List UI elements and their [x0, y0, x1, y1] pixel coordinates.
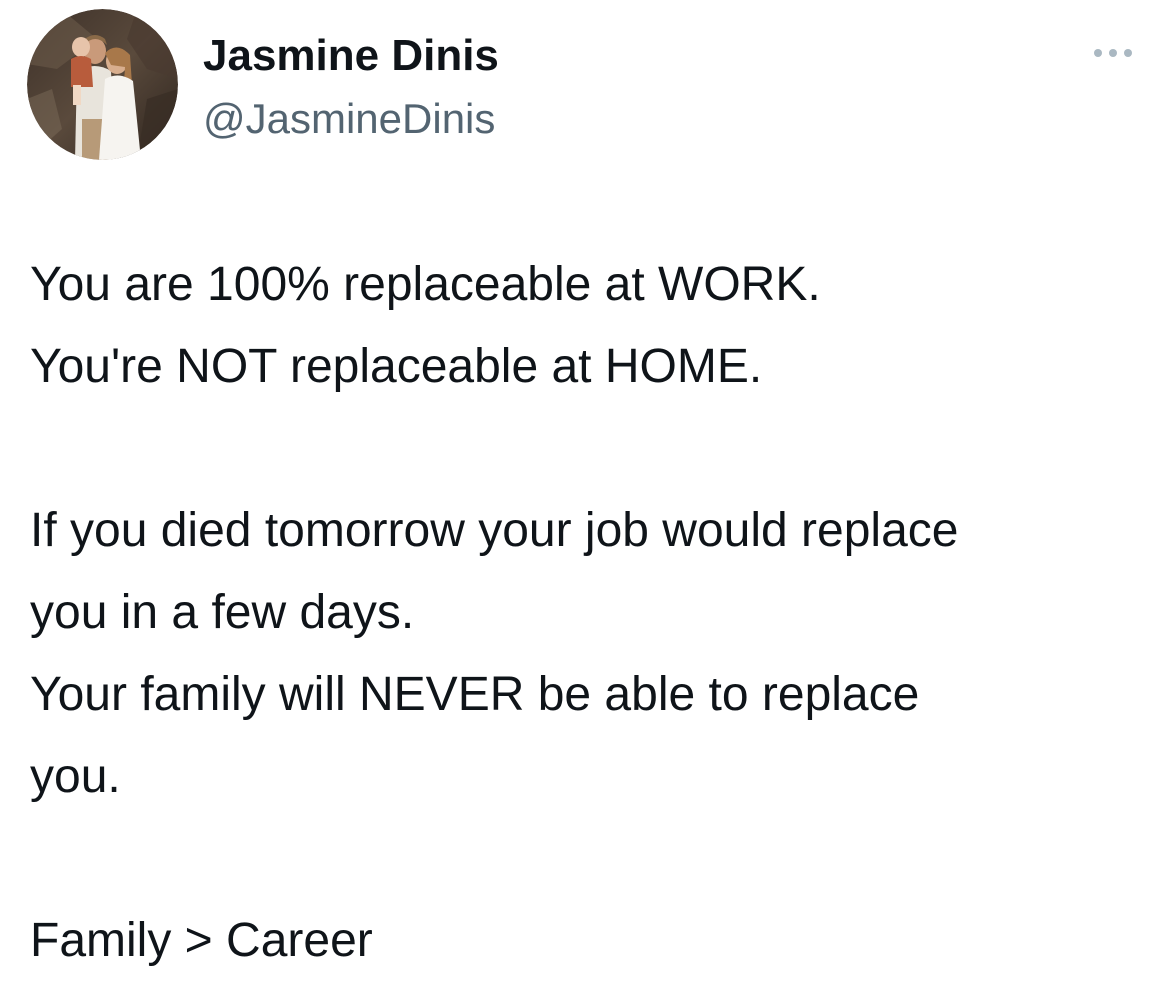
family-photo-avatar — [27, 9, 178, 160]
tweet-line: You are 100% replaceable at WORK. — [30, 258, 821, 311]
more-horizontal-icon — [1094, 49, 1132, 57]
tweet-line: Family > Career — [30, 914, 373, 967]
tweet-line: Your family will NEVER be able to replac… — [30, 668, 920, 721]
author-avatar[interactable] — [27, 9, 178, 160]
tweet-line: you. — [30, 750, 121, 803]
tweet-line: you in a few days. — [30, 586, 415, 639]
author-display-name[interactable]: Jasmine Dinis — [203, 30, 499, 82]
tweet-body: You are 100% replaceable at WORK. You're… — [30, 244, 1150, 982]
more-options-button[interactable] — [1088, 36, 1138, 70]
author-handle[interactable]: @JasmineDinis — [203, 94, 495, 144]
tweet-line: You're NOT replaceable at HOME. — [30, 340, 763, 393]
tweet-line: If you died tomorrow your job would repl… — [30, 504, 959, 557]
tweet-header: Jasmine Dinis @JasmineDinis — [0, 0, 1164, 170]
